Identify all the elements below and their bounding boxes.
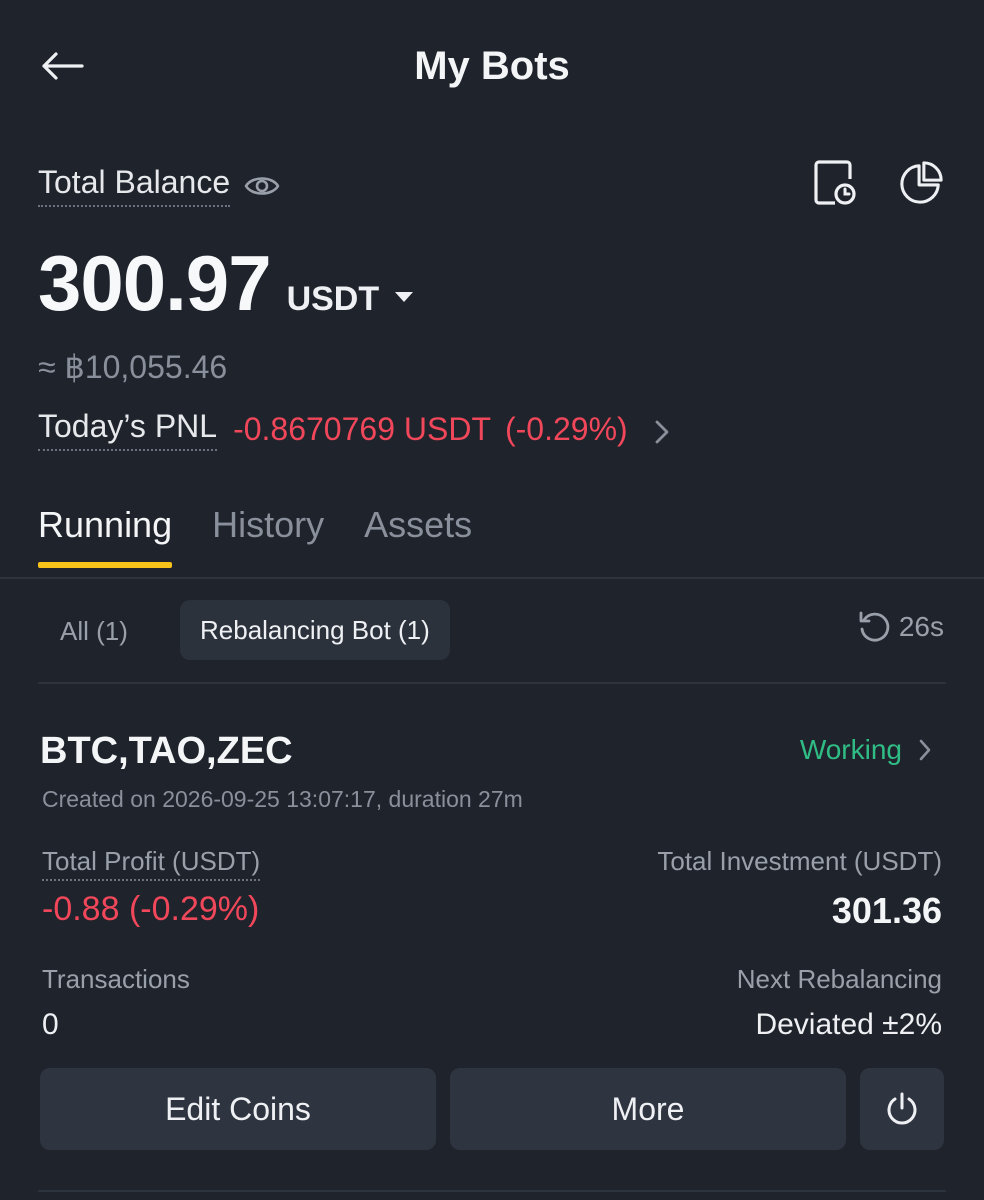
next-rebalancing-value: Deviated ±2% [755, 1008, 942, 1041]
caret-down-icon[interactable] [393, 290, 415, 304]
bot-name[interactable]: BTC,TAO,ZEC [40, 730, 293, 773]
tab-assets[interactable]: Assets [364, 504, 472, 568]
divider [38, 1190, 946, 1192]
filter-rebalancing-chip[interactable]: Rebalancing Bot (1) [180, 600, 450, 660]
balance-actions [812, 158, 944, 208]
eye-icon[interactable] [244, 172, 280, 200]
todays-pnl-percent: (-0.29%) [504, 411, 628, 447]
bot-status-link[interactable]: Working [800, 734, 932, 766]
todays-pnl-row[interactable]: Today’s PNL -0.8670769 USDT (-0.29%) [38, 408, 670, 451]
chevron-right-icon[interactable] [654, 419, 670, 445]
history-document-icon [814, 160, 856, 205]
refresh-icon [859, 611, 890, 642]
edit-coins-button[interactable]: Edit Coins [40, 1068, 436, 1150]
tab-history[interactable]: History [212, 504, 324, 568]
refresh-control[interactable]: 26s [857, 610, 944, 644]
fiat-equivalent: ≈ ฿10,055.46 [38, 349, 228, 385]
bot-status: Working [799, 734, 902, 765]
my-bots-screen: My Bots Total Balance 300.97 USDT ≈ ฿10,… [0, 0, 984, 1200]
refresh-countdown: 26s [898, 611, 944, 642]
total-profit-label[interactable]: Total Profit (USDT) [42, 846, 261, 881]
balance-row: 300.97 USDT [38, 238, 415, 329]
total-investment-value: 301.36 [831, 890, 942, 931]
history-document-button[interactable] [812, 158, 858, 208]
total-profit-value: -0.88 (-0.29%) [42, 890, 260, 928]
divider [38, 682, 946, 684]
chevron-right-icon [919, 739, 931, 761]
todays-pnl-value: -0.8670769 USDT [233, 411, 491, 447]
filter-all-chip[interactable]: All (1) [40, 602, 148, 660]
pie-chart-icon [900, 161, 943, 204]
next-rebalancing-label: Next Rebalancing [736, 964, 942, 994]
stop-bot-button[interactable] [860, 1068, 944, 1150]
tab-bar: Running History Assets [38, 504, 472, 568]
page-title: My Bots [414, 44, 570, 88]
transactions-value: 0 [42, 1008, 59, 1041]
power-icon [887, 1092, 917, 1125]
tab-running[interactable]: Running [38, 504, 173, 568]
balance-value: 300.97 [38, 239, 272, 327]
divider [0, 577, 984, 579]
more-button[interactable]: More [450, 1068, 846, 1150]
todays-pnl-label[interactable]: Today’s PNL [38, 408, 218, 451]
balance-unit-selector[interactable]: USDT [287, 280, 380, 319]
bot-created-info: Created on 2026-09-25 13:07:17, duration… [42, 786, 523, 812]
total-balance-label[interactable]: Total Balance [38, 164, 231, 207]
total-balance-label-row: Total Balance [38, 164, 280, 207]
transactions-label: Transactions [42, 964, 190, 994]
total-investment-label: Total Investment (USDT) [657, 846, 942, 876]
pie-chart-button[interactable] [898, 158, 944, 208]
